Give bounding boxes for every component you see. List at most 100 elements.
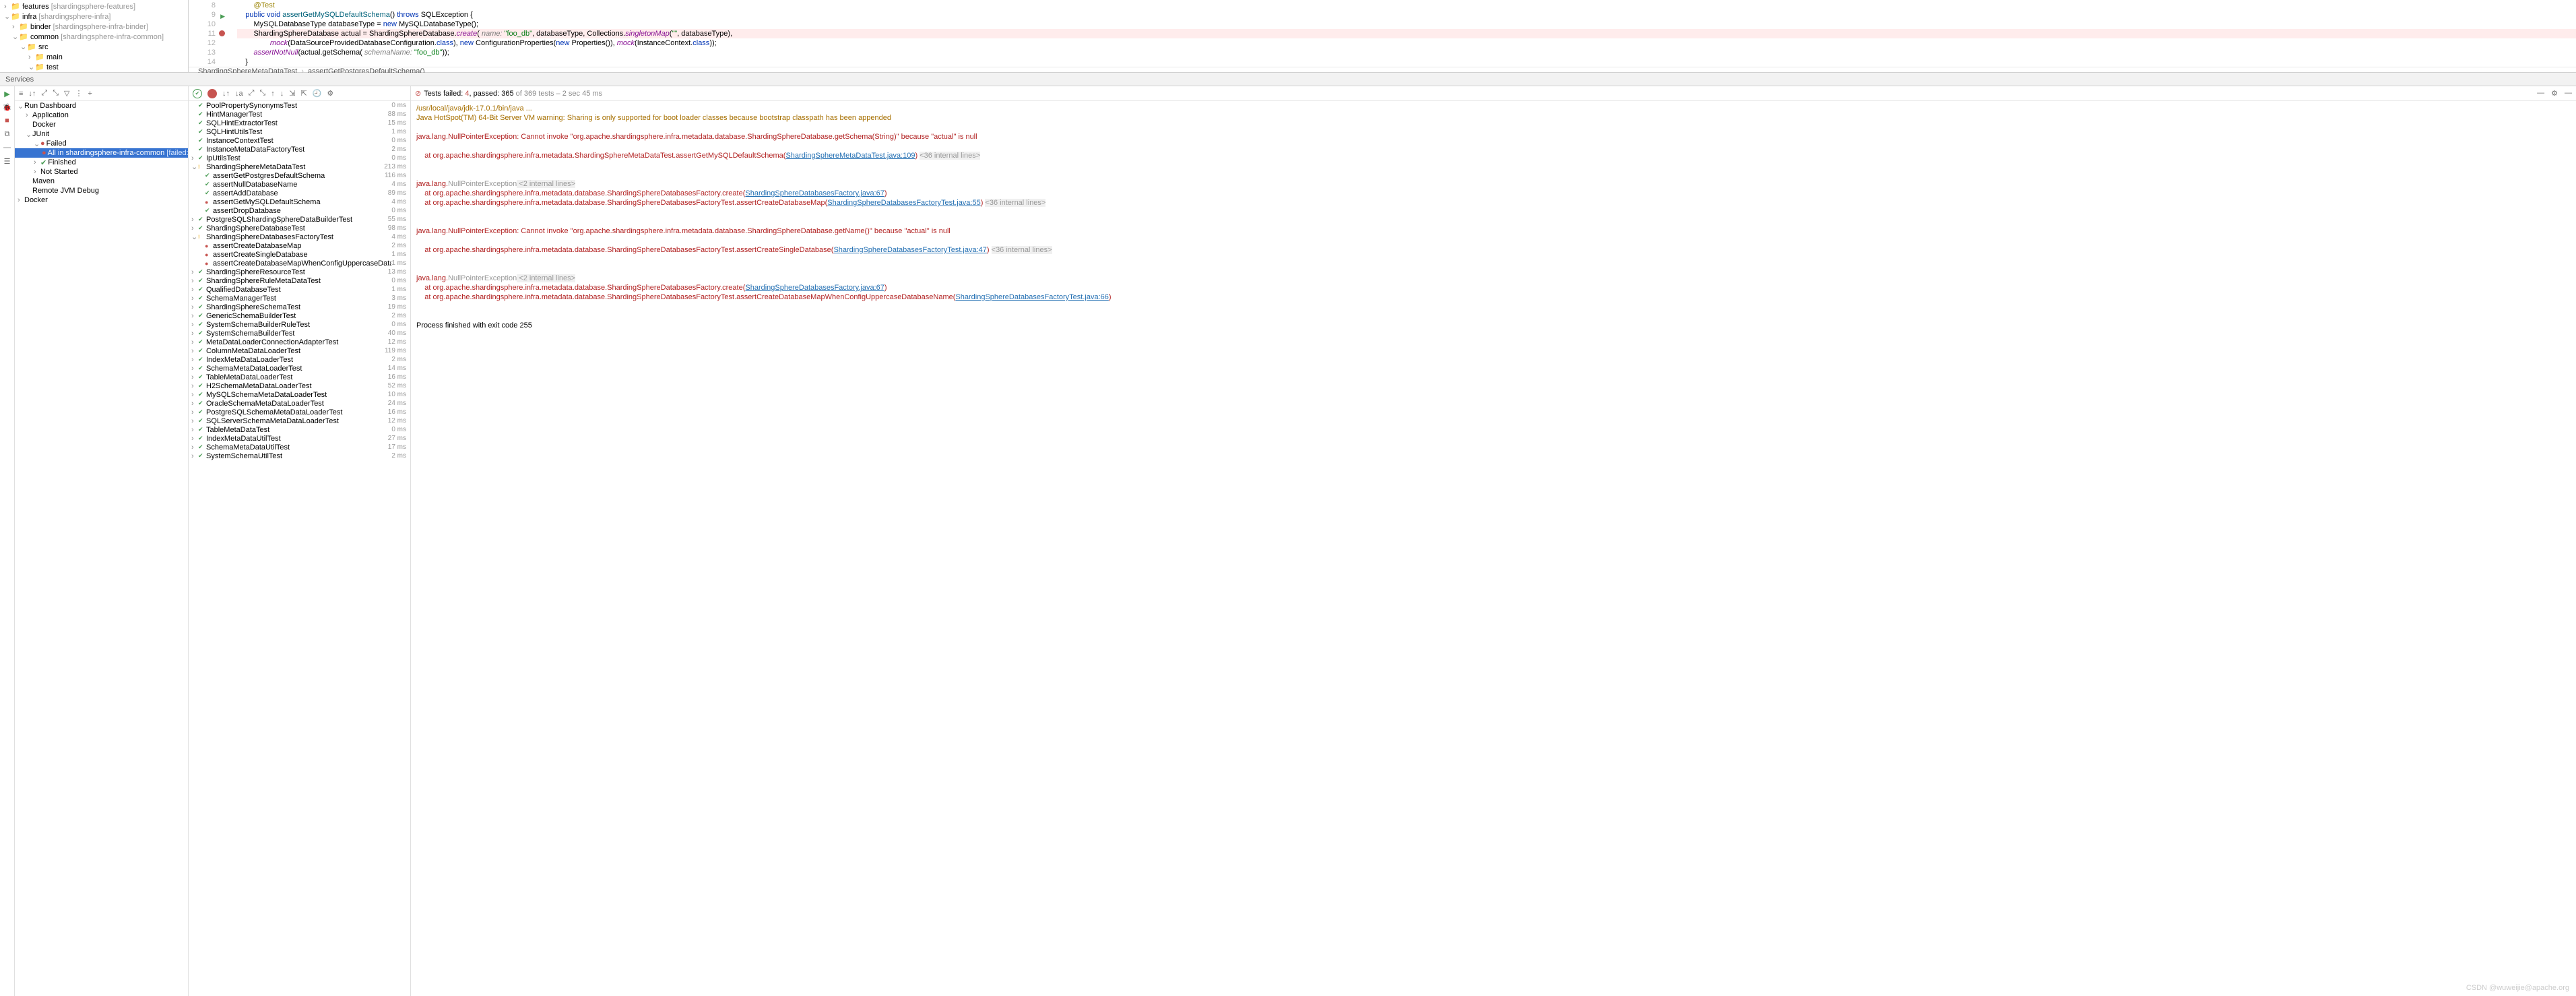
prev-fail-icon[interactable]: ↑ [271,90,275,98]
test-item[interactable]: ✔assertAddDatabase89 ms [189,189,410,197]
test-item[interactable]: ✔SQLHintUtilsTest1 ms [189,127,410,136]
debug-icon[interactable]: 🐞 [3,102,12,112]
gear-icon[interactable]: ⚙ [2551,89,2558,98]
project-tree-item[interactable]: ⌄📁src [0,42,188,52]
breakpoint-icon[interactable] [219,30,225,36]
test-item[interactable]: ›✔MySQLSchemaMetaDataLoaderTest10 ms [189,390,410,399]
import-icon[interactable]: ⇱ [300,89,307,98]
test-item[interactable]: ✔InstanceContextTest0 ms [189,136,410,145]
stacktrace-link[interactable]: ShardingSphereDatabasesFactory.java:67 [745,284,884,292]
stacktrace-link[interactable]: ShardingSphereMetaDataTest.java:109 [785,152,915,160]
services-tree-item[interactable]: ●All in shardingsphere-infra-common[fail… [15,148,188,158]
services-tree-item[interactable]: Docker [15,120,188,129]
sort-icon[interactable]: ↓↑ [28,90,36,98]
stop-icon[interactable]: ■ [3,116,12,125]
run-gutter-icon[interactable]: ▶ [220,11,225,21]
next-fail-icon[interactable]: ↓ [280,90,284,98]
test-item[interactable]: ✔InstanceMetaDataFactoryTest2 ms [189,145,410,154]
history-icon[interactable]: 🕘 [313,89,322,98]
project-tree-item[interactable]: ›📁features[shardingsphere-features] [0,1,188,11]
services-tree-item[interactable]: ›Docker [15,195,188,205]
test-item[interactable]: ›✔OracleSchemaMetaDataLoaderTest24 ms [189,399,410,408]
sort-icon[interactable]: ↓↑ [222,90,230,98]
expand-all-icon[interactable]: ⤢ [41,89,47,98]
test-item[interactable]: ›✔ShardingSphereDatabaseTest98 ms [189,224,410,232]
test-item[interactable]: ›✔SystemSchemaBuilderRuleTest0 ms [189,320,410,329]
expand-icon[interactable]: ⤢ [249,89,255,98]
show-failed-toggle[interactable] [207,89,217,98]
project-tree-item[interactable]: ⌄📁infra[shardingsphere-infra] [0,11,188,22]
expand-icon[interactable]: ☰ [3,156,12,166]
test-item[interactable]: ✔assertGetPostgresDefaultSchema116 ms [189,171,410,180]
show-passed-toggle[interactable]: ✔ [193,89,202,98]
test-item[interactable]: ›✔SystemSchemaUtilTest2 ms [189,452,410,460]
export-icon[interactable]: ⇲ [289,89,295,98]
test-item[interactable]: ›✔IndexMetaDataUtilTest27 ms [189,434,410,443]
services-tree-item[interactable]: ›✔Finished [15,158,188,167]
stacktrace-link[interactable]: ShardingSphereDatabasesFactoryTest.java:… [955,293,1108,301]
services-panel-title[interactable]: Services [0,73,2576,86]
settings-icon[interactable]: ⋮ [75,89,83,98]
test-item[interactable]: ›✔ColumnMetaDataLoaderTest119 ms [189,346,410,355]
stacktrace-link[interactable]: ShardingSphereDatabasesFactoryTest.java:… [833,246,986,254]
services-tree-item[interactable]: Remote JVM Debug [15,186,188,195]
test-item[interactable]: ›✔SystemSchemaBuilderTest40 ms [189,329,410,338]
project-tree-item[interactable]: ⌄📁test [0,62,188,72]
collapse-all-icon[interactable]: ⤡ [53,89,59,98]
stacktrace-link[interactable]: ShardingSphereDatabasesFactoryTest.java:… [827,199,980,207]
test-item[interactable]: ⌄!ShardingSphereDatabasesFactoryTest4 ms [189,232,410,241]
test-item[interactable]: ●assertGetMySQLDefaultSchema4 ms [189,197,410,206]
test-item[interactable]: ›✔TableMetaDataTest0 ms [189,425,410,434]
add-icon[interactable]: + [88,90,92,98]
test-item[interactable]: ›✔MetaDataLoaderConnectionAdapterTest12 … [189,338,410,346]
test-item[interactable]: ›✔SchemaMetaDataUtilTest17 ms [189,443,410,452]
test-item[interactable]: ●assertCreateDatabaseMap2 ms [189,241,410,250]
services-tree-item[interactable]: ⌄●Failed [15,139,188,148]
project-tree-item[interactable]: ›📁main [0,52,188,62]
services-tree-item[interactable]: ⌄Run Dashboard [15,101,188,111]
test-item[interactable]: ›✔IndexMetaDataLoaderTest2 ms [189,355,410,364]
tests-list[interactable]: ✔PoolPropertySynonymsTest0 ms✔HintManage… [189,101,410,996]
test-item[interactable]: ●assertCreateSingleDatabase1 ms [189,250,410,259]
minimize-icon[interactable]: — [2537,89,2544,98]
test-item[interactable]: ›✔ShardingSphereResourceTest13 ms [189,268,410,276]
project-tree-item[interactable]: ›📁binder[shardingsphere-infra-binder] [0,22,188,32]
test-item[interactable]: ›✔TableMetaDataLoaderTest16 ms [189,373,410,381]
test-item[interactable]: ›✔H2SchemaMetaDataLoaderTest52 ms [189,381,410,390]
stacktrace-link[interactable]: ShardingSphereDatabasesFactory.java:67 [745,189,884,197]
test-item[interactable]: ›✔PostgreSQLSchemaMetaDataLoaderTest16 m… [189,408,410,416]
test-item[interactable]: ✔PoolPropertySynonymsTest0 ms [189,101,410,110]
services-tree[interactable]: ⌄Run Dashboard›ApplicationDocker⌄JUnit⌄●… [15,101,188,996]
project-tree-item[interactable]: ⌄📁common[shardingsphere-infra-common] [0,32,188,42]
test-item[interactable]: ›✔PostgreSQLShardingSphereDataBuilderTes… [189,215,410,224]
collapse-icon[interactable]: ⤡ [259,89,265,98]
code-area[interactable]: @Test public void assertGetMySQLDefaultS… [221,0,2576,67]
sort-alpha-icon[interactable]: ↓a [235,90,243,98]
editor-gutter[interactable]: 89▶1011121314 [189,0,221,67]
test-item[interactable]: ›✔SchemaMetaDataLoaderTest14 ms [189,364,410,373]
test-item[interactable]: ⌄!ShardingSphereMetaDataTest213 ms [189,162,410,171]
layout-icon[interactable]: ≡ [19,90,23,98]
hide-icon[interactable]: ― [2565,89,2572,98]
run-icon[interactable]: ▶ [3,89,12,98]
test-item[interactable]: ›✔IpUtilsTest0 ms [189,154,410,162]
services-tree-item[interactable]: ⌄JUnit [15,129,188,139]
test-item[interactable]: ›✔SchemaManagerTest3 ms [189,294,410,303]
test-item[interactable]: ›✔ShardingSphereRuleMetaDataTest0 ms [189,276,410,285]
services-tree-item[interactable]: ›Application [15,111,188,120]
services-tree-item[interactable]: ›Not Started [15,167,188,177]
filter-icon[interactable]: ▽ [64,89,69,98]
project-tree[interactable]: ›📁features[shardingsphere-features]⌄📁inf… [0,0,189,72]
test-item[interactable]: ✔assertNullDatabaseName4 ms [189,180,410,189]
test-item[interactable]: ●assertCreateDatabaseMapWhenConfigUpperc… [189,259,410,268]
test-item[interactable]: ›✔SQLServerSchemaMetaDataLoaderTest12 ms [189,416,410,425]
gear-icon[interactable]: ⚙ [327,89,333,98]
console-output[interactable]: /usr/local/java/jdk-17.0.1/bin/java ...J… [411,101,2576,996]
test-item[interactable]: ›✔GenericSchemaBuilderTest2 ms [189,311,410,320]
test-item[interactable]: ✔SQLHintExtractorTest15 ms [189,119,410,127]
filter-icon[interactable]: ⧉ [3,129,12,139]
test-item[interactable]: ✔HintManagerTest88 ms [189,110,410,119]
test-item[interactable]: ›✔ShardingSphereSchemaTest19 ms [189,303,410,311]
test-item[interactable]: ›✔QualifiedDatabaseTest1 ms [189,285,410,294]
services-tree-item[interactable]: Maven [15,177,188,186]
